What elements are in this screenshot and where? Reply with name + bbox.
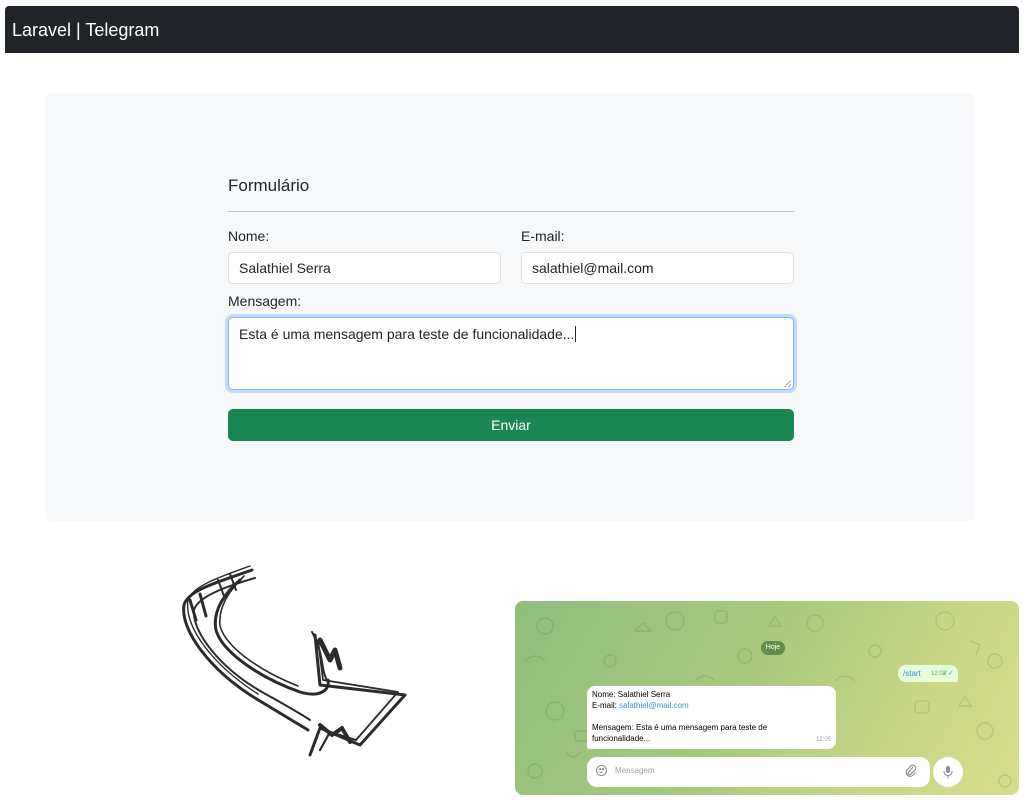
incoming-email-line: E-mail: salathiel@mail.com [592,700,831,711]
text-caret [575,326,577,342]
email-input[interactable]: salathiel@mail.com [521,252,794,284]
incoming-email-prefix: E-mail: [592,701,617,710]
composer-placeholder[interactable]: Mensagem [615,766,655,775]
arrow-icon [182,565,407,757]
incoming-message: Nome: Salathiel Serra E-mail: salathiel@… [587,686,836,749]
resize-grip[interactable] [783,379,791,387]
outgoing-message: /start 12:03 ✓✓ [898,665,958,682]
name-input[interactable]: Salathiel Serra [228,252,501,284]
message-composer[interactable]: Mensagem [587,757,930,787]
submit-button[interactable]: Enviar [228,409,794,441]
incoming-time: 12:05 [815,737,831,743]
name-label: Nome: [228,228,270,244]
emoji-icon[interactable] [596,765,607,776]
message-text: Esta é uma mensagem para teste de funcio… [239,326,575,342]
message-label: Mensagem: [228,293,302,309]
microphone-icon [943,766,953,779]
date-badge: Hoje [761,641,785,655]
incoming-name-line: Nome: Salathiel Serra [592,690,671,699]
form-card [46,93,975,521]
double-check-icon: ✓✓ [942,670,954,677]
outgoing-command[interactable]: /start [903,669,921,678]
incoming-message-line-1: Mensagem: Esta é uma mensagem para teste… [592,723,768,732]
incoming-email-link[interactable]: salathiel@mail.com [619,701,688,710]
navbar-brand[interactable]: Laravel | Telegram [12,20,159,40]
paperclip-icon[interactable] [905,764,917,778]
telegram-chat-screenshot: Hoje /start 12:03 ✓✓ Nome: Salathiel Ser… [515,601,1019,795]
navbar: Laravel | Telegram [5,6,1019,53]
incoming-message-line-2: funcionalidade... [592,734,651,743]
microphone-button[interactable] [933,757,963,787]
form-title: Formulário [228,176,310,195]
form-divider [228,211,794,212]
email-label: E-mail: [521,228,565,244]
message-textarea[interactable]: Esta é uma mensagem para teste de funcio… [228,317,794,390]
